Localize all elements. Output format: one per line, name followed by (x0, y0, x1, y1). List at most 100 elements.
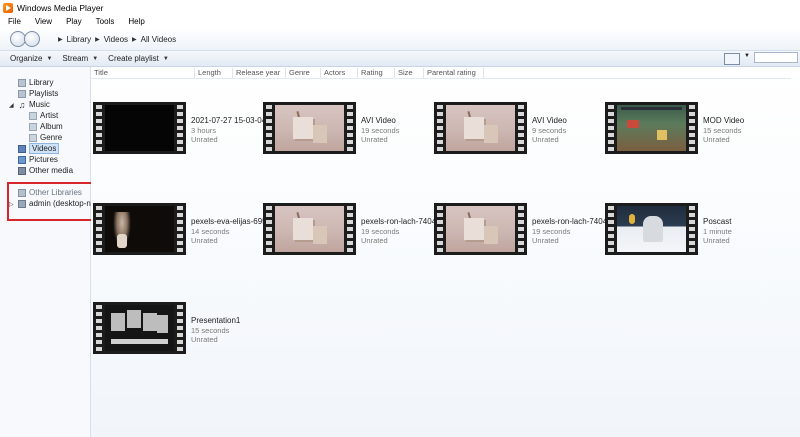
video-rating[interactable]: Unrated (703, 135, 783, 144)
video-icon (18, 144, 26, 153)
video-length: 1 minute (703, 227, 732, 236)
video-rating[interactable]: Unrated (532, 236, 612, 245)
breadcrumb-all-videos[interactable]: All Videos (141, 35, 176, 44)
video-thumbnail[interactable] (605, 203, 698, 255)
chevron-down-icon: ▼ (46, 55, 53, 62)
organize-button[interactable]: Organize ▼ (10, 54, 52, 63)
sidebar-item-library[interactable]: Library (18, 77, 53, 88)
video-length: 19 seconds (361, 126, 400, 135)
video-rating[interactable]: Unrated (361, 135, 441, 144)
video-tile[interactable]: pexels-ron-lach-7404... 19 seconds Unrat… (263, 203, 441, 263)
navigation-bar: ▶ Library ▶ Videos ▶ All Videos (0, 28, 800, 50)
artist-icon (29, 111, 37, 120)
video-thumbnail[interactable] (434, 203, 527, 255)
column-size[interactable]: Size (395, 68, 424, 78)
video-thumbnail[interactable] (263, 102, 356, 154)
menu-view[interactable]: View (27, 17, 58, 26)
video-title: AVI Video (361, 116, 396, 125)
video-length: 9 seconds (532, 126, 567, 135)
video-title: pexels-eva-elijas-695... (191, 217, 271, 226)
column-parental-rating[interactable]: Parental rating (424, 68, 484, 78)
video-thumbnail[interactable] (93, 302, 186, 354)
video-tile[interactable]: 2021-07-27 15-03-04 3 hours Unrated (93, 102, 266, 162)
create-playlist-button[interactable]: Create playlist ▼ (108, 54, 169, 63)
menu-file[interactable]: File (0, 17, 27, 26)
video-title: pexels-ron-lach-7404... (532, 217, 612, 226)
media-player-window: Windows Media Player File View Play Tool… (0, 0, 800, 437)
video-title: Presentation1 (191, 316, 241, 325)
chevron-down-icon: ▼ (92, 55, 99, 62)
video-tile[interactable]: AVI Video 9 seconds Unrated (434, 102, 594, 162)
video-title: 2021-07-27 15-03-04 (191, 116, 267, 125)
column-length[interactable]: Length (195, 68, 233, 78)
create-playlist-label: Create playlist (108, 54, 159, 63)
library-content: Title Length Release year Genre Actors R… (91, 67, 800, 437)
other-media-icon (18, 166, 26, 175)
breadcrumb-videos[interactable]: Videos (104, 35, 128, 44)
video-rating[interactable]: Unrated (532, 135, 612, 144)
video-rating[interactable]: Unrated (703, 236, 783, 245)
video-tile[interactable]: Poscast 1 minute Unrated (605, 203, 765, 263)
video-rating[interactable]: Unrated (191, 335, 271, 344)
video-thumbnail[interactable] (605, 102, 698, 154)
menu-play[interactable]: Play (58, 17, 88, 26)
video-length: 15 seconds (703, 126, 742, 135)
sidebar-item-playlists[interactable]: Playlists (18, 88, 58, 99)
sidebar-item-music[interactable]: ♫ Music (18, 99, 50, 110)
media-player-icon (3, 2, 13, 13)
video-thumbnail[interactable] (93, 203, 186, 255)
video-tile[interactable]: MOD Video 15 seconds Unrated (605, 102, 765, 162)
breadcrumb-arrow-icon[interactable]: ▶ (132, 36, 137, 43)
playlist-icon (18, 89, 26, 98)
breadcrumb-arrow-icon: ▶ (58, 36, 63, 43)
chevron-down-icon[interactable]: ▼ (744, 53, 750, 59)
breadcrumb-library[interactable]: Library (67, 35, 91, 44)
sidebar-item-pictures[interactable]: Pictures (18, 154, 58, 165)
album-icon (29, 122, 37, 131)
video-title: pexels-ron-lach-7404... (361, 217, 441, 226)
stream-label: Stream (62, 54, 89, 63)
video-length: 3 hours (191, 126, 217, 135)
stream-button[interactable]: Stream ▼ (62, 54, 98, 63)
video-tile[interactable]: pexels-ron-lach-7404... 19 seconds Unrat… (434, 203, 612, 263)
breadcrumb-arrow-icon[interactable]: ▶ (95, 36, 100, 43)
search-input[interactable] (754, 52, 798, 63)
column-actors[interactable]: Actors (321, 68, 358, 78)
column-title[interactable]: Title (91, 68, 195, 78)
menu-help[interactable]: Help (120, 17, 150, 26)
sidebar-item-genre[interactable]: Genre (29, 132, 62, 143)
video-tile[interactable]: pexels-eva-elijas-695... 14 seconds Unra… (93, 203, 271, 263)
video-title: MOD Video (703, 116, 745, 125)
toolbar: Organize ▼ Stream ▼ Create playlist ▼ ▼ (0, 50, 800, 67)
menu-tools[interactable]: Tools (88, 17, 121, 26)
column-rating[interactable]: Rating (358, 68, 395, 78)
title-bar: Windows Media Player (0, 0, 800, 15)
sidebar-item-album[interactable]: Album (29, 121, 63, 132)
video-rating[interactable]: Unrated (191, 135, 271, 144)
video-rating[interactable]: Unrated (191, 236, 271, 245)
picture-icon (18, 155, 26, 164)
video-thumbnail[interactable] (93, 102, 186, 154)
column-header: Title Length Release year Genre Actors R… (91, 67, 791, 79)
organize-label: Organize (10, 54, 43, 63)
video-length: 14 seconds (191, 227, 230, 236)
music-note-icon: ♫ (18, 99, 26, 110)
collapse-arrow-icon[interactable]: ◢ (9, 102, 14, 109)
column-genre[interactable]: Genre (286, 68, 321, 78)
sidebar-item-other-media[interactable]: Other media (18, 165, 73, 176)
sidebar-item-artist[interactable]: Artist (29, 110, 58, 121)
menu-bar: File View Play Tools Help (0, 15, 800, 28)
view-options-icon[interactable] (724, 53, 740, 65)
video-tile[interactable]: AVI Video 19 seconds Unrated (263, 102, 423, 162)
chevron-down-icon: ▼ (162, 55, 169, 62)
library-icon (18, 78, 26, 87)
video-rating[interactable]: Unrated (361, 236, 441, 245)
video-tile[interactable]: Presentation1 15 seconds Unrated (93, 302, 253, 362)
column-release-year[interactable]: Release year (233, 68, 286, 78)
video-length: 19 seconds (532, 227, 571, 236)
video-thumbnail[interactable] (434, 102, 527, 154)
sidebar-item-videos[interactable]: Videos (18, 143, 60, 154)
navigation-pane: Library Playlists ◢ ♫ Music Artist Album… (0, 67, 120, 437)
video-thumbnail[interactable] (263, 203, 356, 255)
forward-button[interactable] (24, 31, 40, 47)
